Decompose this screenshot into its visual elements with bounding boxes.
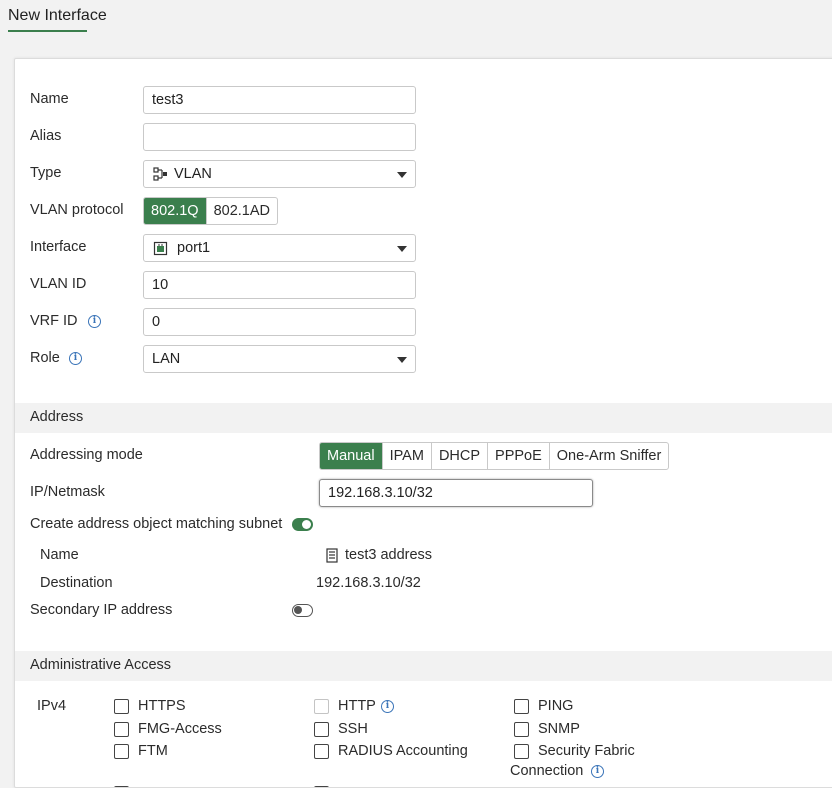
interface-label: Interface <box>30 239 87 255</box>
addressing-mode-ipam[interactable]: IPAM <box>381 443 431 469</box>
addressing-mode-toggle: Manual IPAM DHCP PPPoE One-Arm Sniffer <box>319 442 670 470</box>
form-panel: Name test3 Alias Type VLAN VLAN protocol… <box>14 58 832 788</box>
interface-select-value: port1 <box>177 240 211 256</box>
name-label: Name <box>30 91 69 107</box>
http-label: HTTP <box>338 698 376 714</box>
role-select[interactable]: LAN <box>143 345 416 373</box>
radius-accounting-label: RADIUS Accounting <box>338 743 468 759</box>
snmp-checkbox[interactable] <box>514 722 529 737</box>
address-section-header: Address <box>15 403 832 433</box>
ip-netmask-input-value: 192.168.3.10/32 <box>328 485 433 501</box>
http-checkbox[interactable] <box>314 699 329 714</box>
https-label: HTTPS <box>138 698 186 714</box>
address-object-icon <box>326 548 338 563</box>
security-fabric-label: Security Fabric <box>538 743 635 759</box>
vlan-protocol-toggle: 802.1Q 802.1AD <box>143 197 279 225</box>
alias-label: Alias <box>30 128 62 144</box>
vlan-protocol-label: VLAN protocol <box>30 202 124 218</box>
name-input-value: test3 <box>152 92 184 108</box>
radius-accounting-checkbox[interactable] <box>314 744 329 759</box>
addressing-mode-one-arm-sniffer[interactable]: One-Arm Sniffer <box>548 443 668 469</box>
page-title-underline <box>8 30 87 32</box>
ip-netmask-input[interactable]: 192.168.3.10/32 <box>319 479 593 507</box>
create-address-object-toggle[interactable] <box>292 518 313 531</box>
alias-input[interactable] <box>143 123 416 151</box>
chevron-down-icon <box>397 172 407 178</box>
addressing-mode-manual[interactable]: Manual <box>320 443 382 469</box>
role-label: Role <box>30 350 60 366</box>
ip-netmask-label: IP/Netmask <box>30 484 105 500</box>
snmp-label: SNMP <box>538 721 580 737</box>
secondary-ip-label: Secondary IP address <box>30 602 173 618</box>
ipv4-label: IPv4 <box>37 698 67 714</box>
ftm-checkbox[interactable] <box>114 744 129 759</box>
vlan-protocol-option-8021q[interactable]: 802.1Q <box>144 198 206 224</box>
destination-value: 192.168.3.10/32 <box>316 575 421 591</box>
https-checkbox[interactable] <box>114 699 129 714</box>
port-icon <box>153 241 168 256</box>
addressing-mode-pppoe[interactable]: PPPoE <box>487 443 549 469</box>
chevron-down-icon <box>397 357 407 363</box>
address-section-title: Address <box>30 409 84 425</box>
create-address-object-label: Create address object matching subnet <box>30 516 283 532</box>
security-fabric-label-line2: Connection <box>510 763 584 779</box>
address-object-name-value: test3 address <box>345 547 433 563</box>
type-select[interactable]: VLAN <box>143 160 416 188</box>
toggle-knob <box>294 606 302 614</box>
toggle-knob <box>302 520 311 529</box>
ssh-label: SSH <box>338 721 368 737</box>
ftm-label: FTM <box>138 743 168 759</box>
fmg-access-checkbox[interactable] <box>114 722 129 737</box>
type-label: Type <box>30 165 62 181</box>
http-info-icon[interactable]: i <box>381 700 394 713</box>
vrf-id-label: VRF ID <box>30 313 78 329</box>
vlan-protocol-option-8021ad[interactable]: 802.1AD <box>205 198 277 224</box>
ssh-checkbox[interactable] <box>314 722 329 737</box>
page-header: New Interface <box>0 0 832 42</box>
chevron-down-icon <box>397 246 407 252</box>
fmg-access-label: FMG-Access <box>138 721 222 737</box>
ping-checkbox[interactable] <box>514 699 529 714</box>
destination-label: Destination <box>40 575 113 591</box>
type-select-value: VLAN <box>174 166 212 182</box>
secondary-ip-toggle[interactable] <box>292 604 313 617</box>
vlan-id-input[interactable]: 10 <box>143 271 416 299</box>
role-info-icon[interactable]: i <box>69 352 82 365</box>
address-object-name-label: Name <box>40 547 79 563</box>
vlan-id-label: VLAN ID <box>30 276 87 292</box>
addressing-mode-label: Addressing mode <box>30 447 143 463</box>
security-fabric-info-icon[interactable]: i <box>591 765 604 778</box>
name-input[interactable]: test3 <box>143 86 416 114</box>
addressing-mode-dhcp[interactable]: DHCP <box>430 443 487 469</box>
vrf-id-info-icon[interactable]: i <box>88 315 101 328</box>
ping-label: PING <box>538 698 574 714</box>
admin-access-section-title: Administrative Access <box>30 657 172 673</box>
admin-access-section-header: Administrative Access <box>15 651 832 681</box>
vrf-id-input[interactable]: 0 <box>143 308 416 336</box>
vlan-id-input-value: 10 <box>152 277 169 293</box>
page-title: New Interface <box>8 7 107 24</box>
security-fabric-checkbox[interactable] <box>514 744 529 759</box>
role-select-value: LAN <box>152 351 181 367</box>
vrf-id-input-value: 0 <box>152 314 161 330</box>
interface-select[interactable]: port1 <box>143 234 416 262</box>
vlan-icon <box>153 167 167 181</box>
